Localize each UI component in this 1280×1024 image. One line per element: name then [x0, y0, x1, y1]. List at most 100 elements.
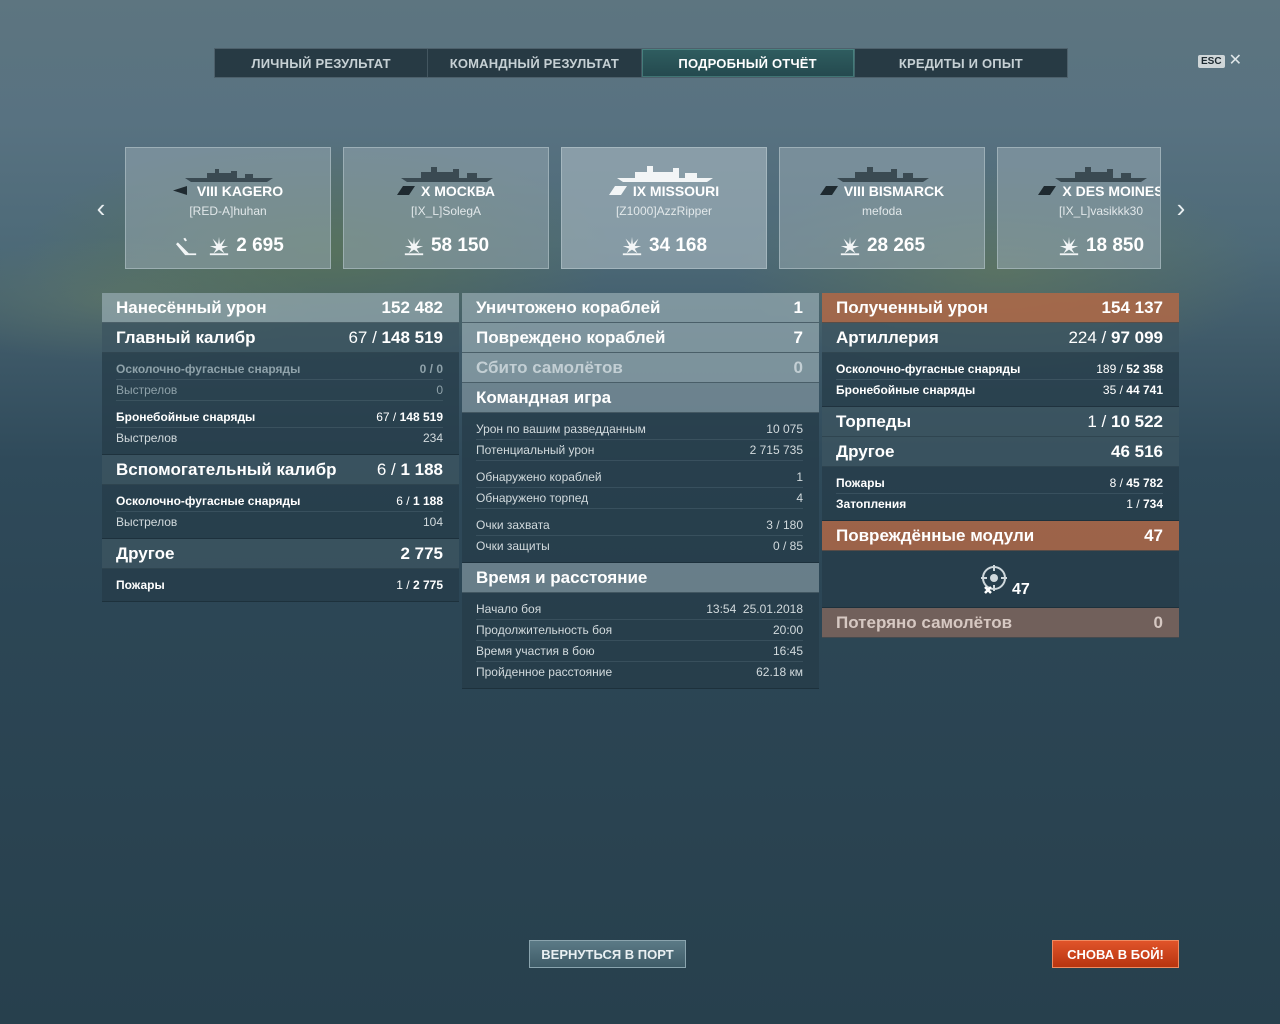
secondary-battery-label: Вспомогательный калибр: [116, 459, 337, 479]
battle-start-row: Начало боя 13:54 25.01.2018: [476, 599, 803, 620]
defense-points-row: Очки защиты 0 / 85: [476, 539, 803, 553]
tab-personal-result[interactable]: ЛИЧНЫЙ РЕЗУЛЬТАТ: [215, 49, 429, 77]
artillery-header: Артиллерия 224 / 97 099: [822, 323, 1179, 353]
tab-team-result[interactable]: КОМАНДНЫЙ РЕЗУЛЬТАТ: [428, 49, 642, 77]
esc-key-hint: ESC: [1198, 54, 1225, 68]
return-to-port-button[interactable]: ВЕРНУТЬСЯ В ПОРТ: [529, 940, 686, 968]
main-battery-header: Главный калибр 67 / 148 519: [102, 323, 459, 353]
received-other-details: Пожары 8 / 45 782 Затопления 1 / 734: [822, 467, 1179, 521]
planes-shot-down-header: Сбито самолётов 0: [462, 353, 819, 383]
damage-value: 18 850: [1085, 235, 1145, 256]
player-name: [IX_L]SolegA: [410, 204, 482, 218]
main-battery-hits: 67: [348, 327, 368, 347]
cruiser-icon: [1038, 186, 1057, 195]
cruiser-icon: [397, 186, 416, 195]
battleship-icon: [608, 186, 627, 195]
received-ap-row: Бронебойные снаряды 35 / 44 741: [836, 383, 1163, 397]
ship-title: VIII BISMARCK: [780, 183, 984, 199]
tab-credits-xp[interactable]: КРЕДИТЫ И ОПЫТ: [855, 49, 1067, 77]
distance-row: Пройденное расстояние 62.18 км: [476, 665, 803, 679]
secondary-he-row: Осколочно-фугасные снаряды 6 / 1 188: [116, 491, 443, 512]
other-damage-header: Другое 2 775: [102, 539, 459, 569]
damage-value: 58 150: [430, 235, 490, 256]
planes-lost-header: Потеряно самолётов 0: [822, 608, 1179, 638]
damaged-modules-block: 47: [822, 551, 1179, 608]
ship-silhouette-icon: [185, 169, 273, 182]
battle-duration-row: Продолжительность боя 20:00: [476, 620, 803, 641]
received-he-row: Осколочно-фугасные снаряды 189 / 52 358: [836, 359, 1163, 380]
time-distance-details: Начало боя 13:54 25.01.2018 Продолжительн…: [462, 593, 819, 689]
ap-shells-row: Бронебойные снаряды 67 / 148 519: [116, 407, 443, 428]
ship-card[interactable]: X DES MOINES [IX_L]vasikkk30 18 850: [997, 147, 1161, 269]
main-battery-details: Осколочно-фугасные снаряды 0 / 0 Выстрел…: [102, 353, 459, 455]
damage-icon: [210, 236, 229, 256]
battle-again-button[interactable]: СНОВА В БОЙ!: [1052, 940, 1179, 968]
he-shots-row: Выстрелов 0: [116, 380, 443, 401]
dealt-damage-panel: Нанесённый урон 152 482 Главный калибр 6…: [102, 293, 459, 602]
module-damage-icon: [981, 565, 1007, 594]
time-distance-header: Время и расстояние: [462, 563, 819, 593]
damage-value: 34 168: [648, 235, 708, 256]
ship-card[interactable]: VIII BISMARCK mefoda 28 265: [779, 147, 985, 269]
he-shells-row: Осколочно-фугасные снаряды 0 / 0: [116, 359, 443, 380]
ship-card[interactable]: X МОСКВА [IX_L]SolegA 58 150: [343, 147, 549, 269]
received-flooding-row: Затопления 1 / 734: [836, 497, 1163, 511]
other-damage-details: Пожары 1 / 2 775: [102, 569, 459, 602]
damage-icon: [840, 236, 860, 256]
damage-icon: [404, 236, 424, 256]
potential-damage-row: Потенциальный урон 2 715 735: [476, 440, 803, 461]
received-other-header: Другое 46 516: [822, 437, 1179, 467]
ship-silhouette-icon: [401, 167, 493, 182]
ship-title: IX MISSOURI: [562, 183, 766, 199]
close-button[interactable]: ESC ✕: [1198, 52, 1242, 69]
damage-icon: [622, 236, 642, 256]
close-icon: ✕: [1228, 52, 1242, 69]
player-name: [IX_L]vasikkk30: [1058, 204, 1144, 218]
spotted-ships-row: Обнаружено кораблей 1: [476, 467, 803, 488]
damage-value: 2 695: [236, 235, 284, 256]
spotting-damage-row: Урон по вашим разведданным 10 075: [476, 419, 803, 440]
received-fires-row: Пожары 8 / 45 782: [836, 473, 1163, 494]
ship-card[interactable]: VIII KAGERO [RED-A]huhan 2 695: [125, 147, 331, 269]
ship-title: VIII KAGERO: [126, 183, 330, 199]
main-battery-value: 148 519: [381, 327, 443, 347]
battleship-icon: [819, 186, 838, 195]
ship-title: X МОСКВА: [344, 183, 548, 199]
dealt-damage-header: Нанесённый урон 152 482: [102, 293, 459, 323]
damage-icon: [1059, 236, 1079, 256]
artillery-details: Осколочно-фугасные снаряды 189 / 52 358 …: [822, 353, 1179, 407]
ships-destroyed-header: Уничтожено кораблей 1: [462, 293, 819, 323]
tab-detailed-report[interactable]: ПОДРОБНЫЙ ОТЧЁТ: [641, 49, 855, 77]
ship-silhouette-icon: [617, 166, 713, 182]
damaged-modules-count: 47: [1012, 581, 1030, 598]
team-play-header: Командная игра: [462, 383, 819, 413]
ship-silhouette-icon: [1055, 167, 1147, 182]
received-damage-header: Полученный урон 154 137: [822, 293, 1179, 323]
spotted-torpedoes-row: Обнаружено торпед 4: [476, 488, 803, 509]
ships-damaged-header: Повреждено кораблей 7: [462, 323, 819, 353]
battle-stats-panel: Уничтожено кораблей 1 Повреждено кораблей…: [462, 293, 819, 689]
player-name: mefoda: [861, 204, 903, 218]
team-play-details: Урон по вашим разведданным 10 075 Потенци…: [462, 413, 819, 563]
ship-title: X DES MOINES: [998, 183, 1160, 199]
received-damage-panel: Полученный урон 154 137 Артиллерия 224 / …: [822, 293, 1179, 638]
participation-time-row: Время участия в бою 16:45: [476, 641, 803, 662]
carousel-prev-arrow-icon[interactable]: ‹: [92, 195, 110, 221]
secondary-shots-row: Выстрелов 104: [116, 515, 443, 529]
player-name: [Z1000]AzzRipper: [615, 204, 713, 218]
dealt-damage-value: 152 482: [381, 297, 443, 317]
player-name: [RED-A]huhan: [189, 204, 267, 218]
sunk-ship-icon: [176, 237, 197, 256]
ap-shots-row: Выстрелов 234: [116, 431, 443, 445]
ship-card-selected[interactable]: IX MISSOURI [Z1000]AzzRipper 34 168: [561, 147, 767, 269]
torpedoes-header: Торпеды 1 / 10 522: [822, 407, 1179, 437]
damaged-modules-header: Повреждённые модули 47: [822, 521, 1179, 551]
ship-silhouette-icon: [837, 167, 929, 182]
carousel-next-arrow-icon[interactable]: ›: [1172, 195, 1190, 221]
report-tab-bar: ЛИЧНЫЙ РЕЗУЛЬТАТ КОМАНДНЫЙ РЕЗУЛЬТАТ ПОД…: [214, 48, 1068, 78]
destroyer-icon: [172, 186, 187, 195]
capture-points-row: Очки захвата 3 / 180: [476, 515, 803, 536]
secondary-battery-details: Осколочно-фугасные снаряды 6 / 1 188 Выс…: [102, 485, 459, 539]
secondary-battery-header: Вспомогательный калибр 6 / 1 188: [102, 455, 459, 485]
dealt-damage-label: Нанесённый урон: [116, 297, 267, 317]
